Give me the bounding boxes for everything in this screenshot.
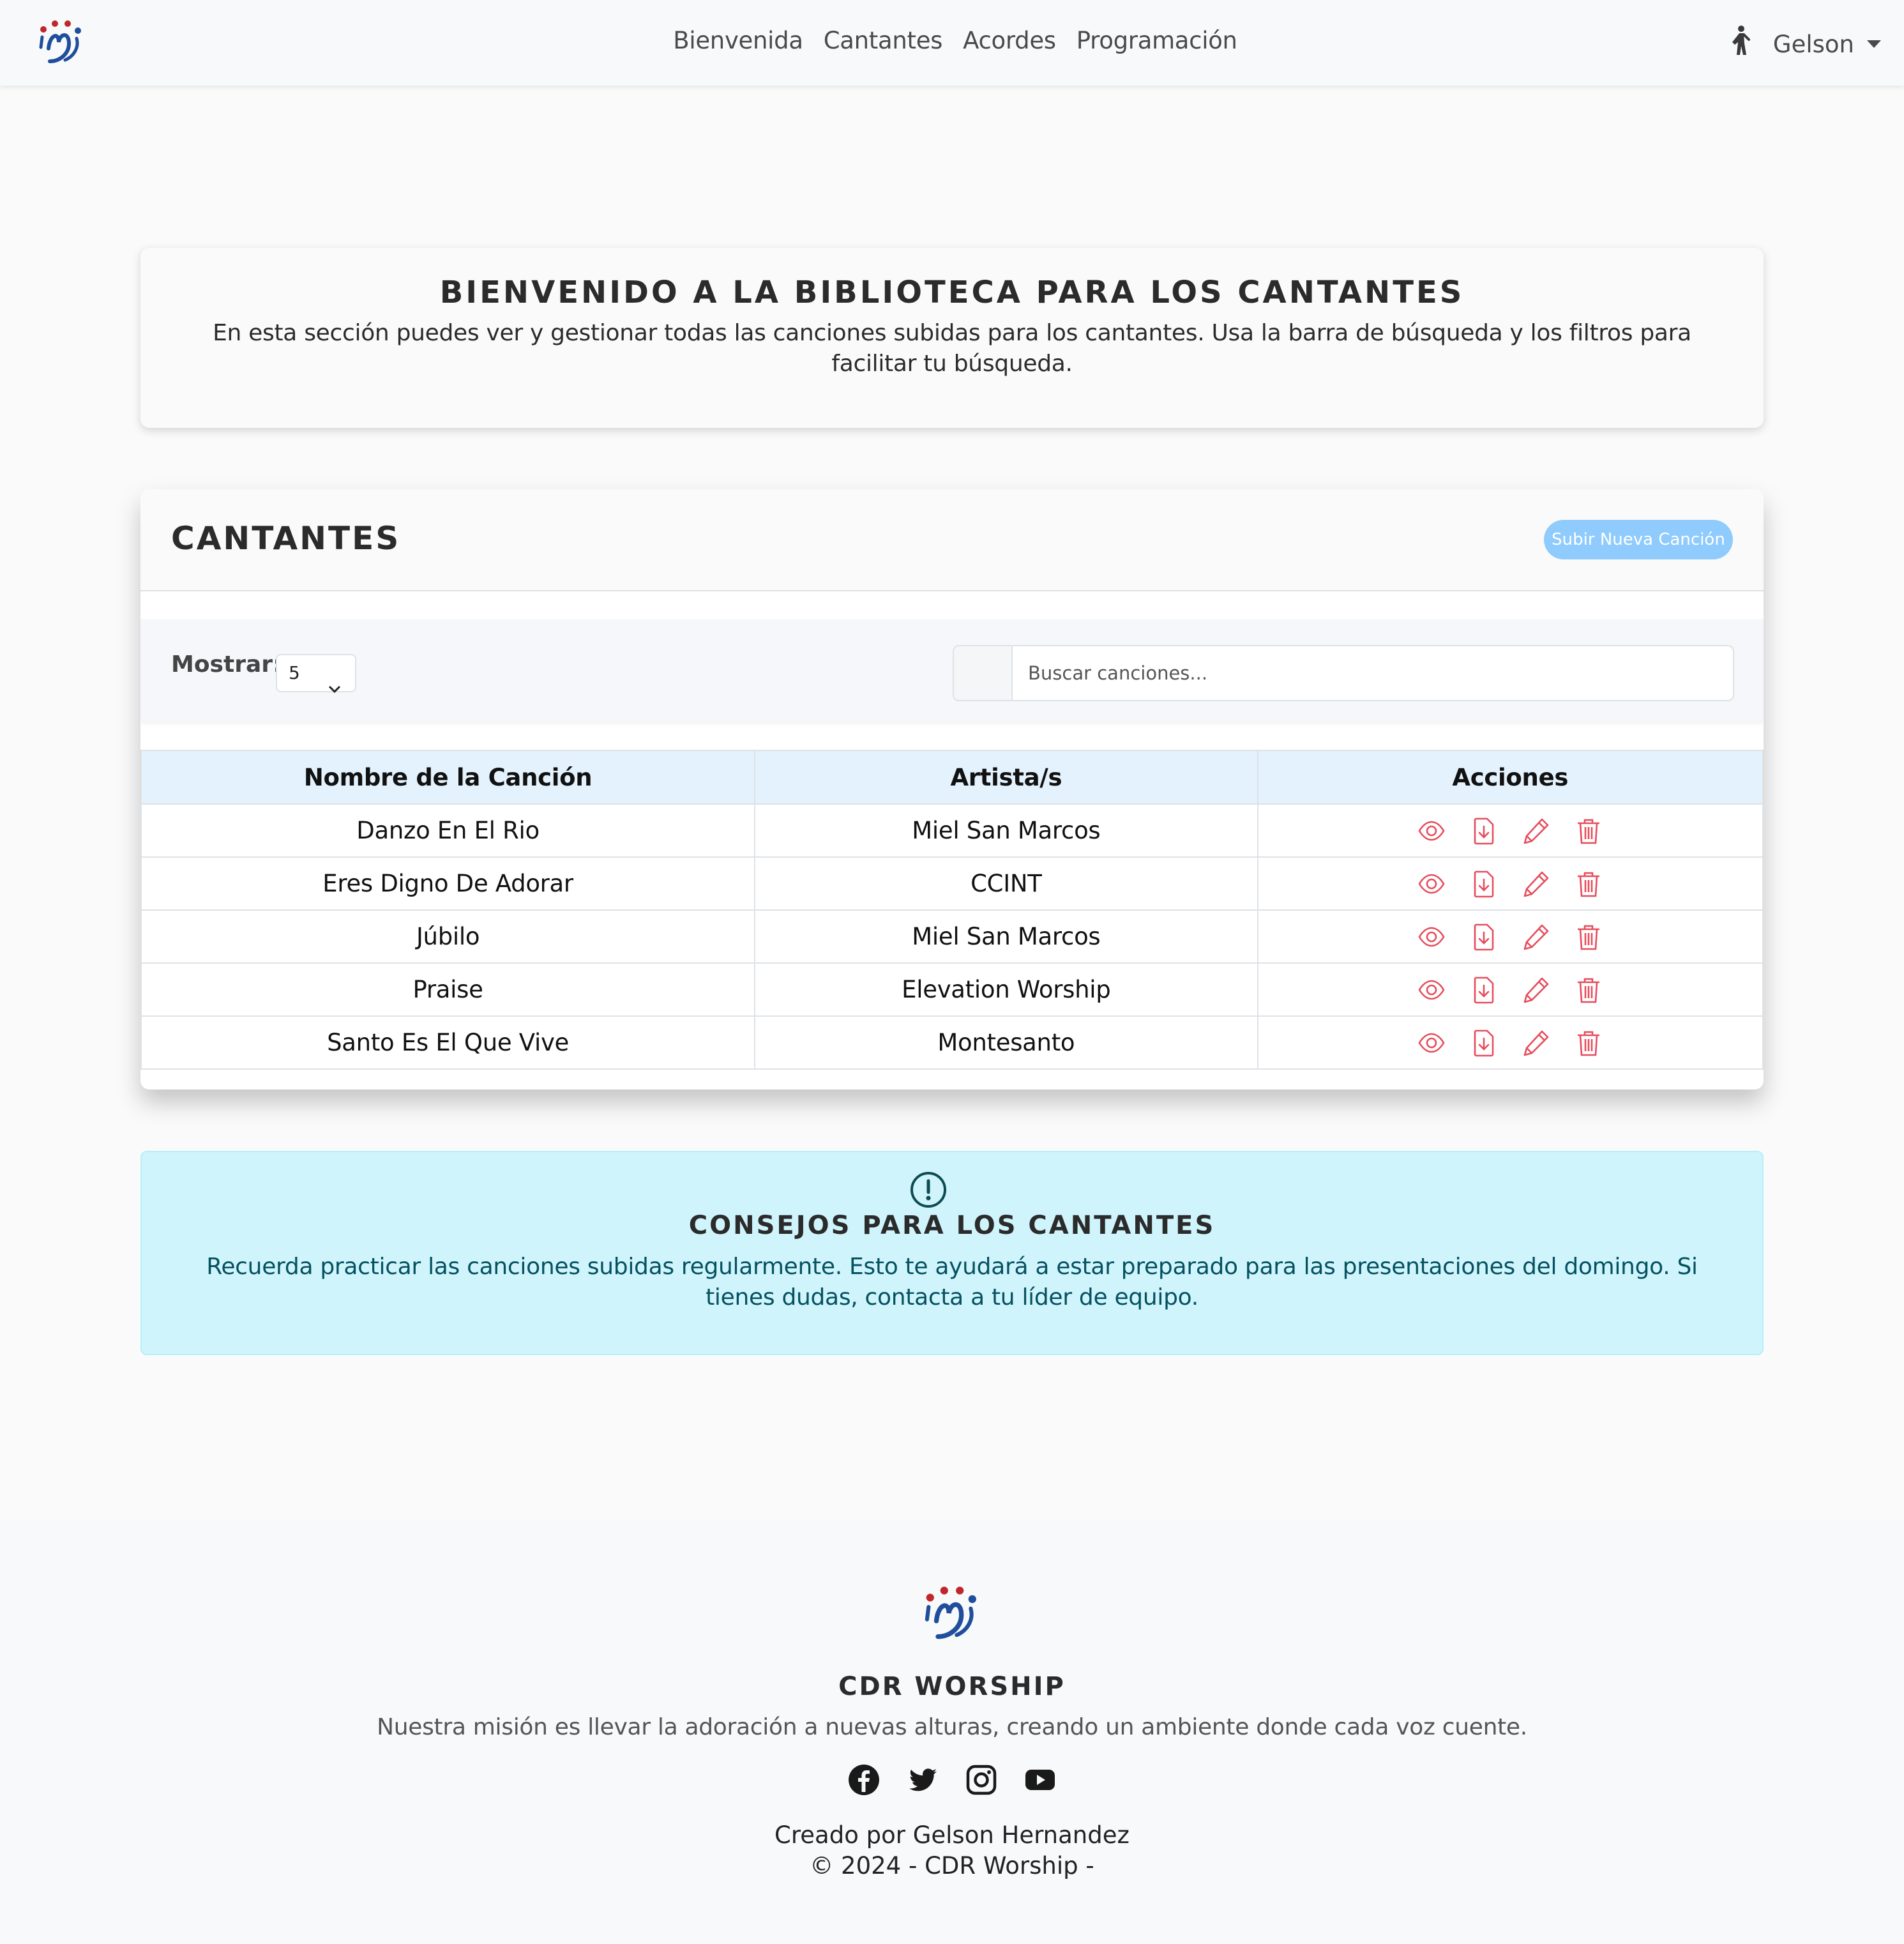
footer-logo bbox=[922, 1585, 982, 1641]
songs-header: CANTANTES Subir Nueva Canción bbox=[140, 489, 1764, 591]
column-header-name: Nombre de la Canción bbox=[140, 750, 756, 805]
song-name-cell: Danzo En El Rio bbox=[140, 803, 756, 858]
action-buttons bbox=[1258, 923, 1762, 951]
instagram-icon[interactable] bbox=[965, 1764, 997, 1796]
eye-icon[interactable] bbox=[1417, 1029, 1446, 1057]
chevron-down-icon bbox=[328, 669, 341, 694]
footer: CDR WORSHIP Nuestra misión es llevar la … bbox=[0, 1519, 1904, 1944]
search-group bbox=[953, 645, 1734, 701]
table-row: Praise Elevation Worship bbox=[140, 962, 1764, 1017]
song-name-cell: Júbilo bbox=[140, 909, 756, 964]
footer-author: Creado por Gelson Hernandez bbox=[774, 1821, 1130, 1849]
table-row: Danzo En El Rio Miel San Marcos bbox=[140, 803, 1764, 858]
song-actions-cell bbox=[1257, 803, 1764, 858]
footer-mission: Nuestra misión es llevar la adoración a … bbox=[377, 1714, 1527, 1740]
nav-link-bienvenida[interactable]: Bienvenida bbox=[663, 23, 813, 59]
songs-title: CANTANTES bbox=[171, 520, 401, 557]
exclamation-circle-icon bbox=[910, 1171, 947, 1208]
pencil-icon[interactable] bbox=[1522, 923, 1550, 951]
action-buttons bbox=[1258, 817, 1762, 845]
trash-icon[interactable] bbox=[1575, 976, 1603, 1004]
trash-icon[interactable] bbox=[1575, 1029, 1603, 1057]
user-menu[interactable]: Gelson bbox=[1728, 23, 1881, 65]
song-artist-cell: Montesanto bbox=[754, 1015, 1258, 1070]
eye-icon[interactable] bbox=[1417, 817, 1446, 845]
file-download-icon[interactable] bbox=[1470, 817, 1498, 845]
song-name-cell: Santo Es El Que Vive bbox=[140, 1015, 756, 1070]
tips-title: CONSEJOS PARA LOS CANTANTES bbox=[688, 1211, 1216, 1240]
song-name-cell: Praise bbox=[140, 962, 756, 1017]
song-actions-cell bbox=[1257, 909, 1764, 964]
page-size-value: 5 bbox=[289, 662, 300, 683]
file-download-icon[interactable] bbox=[1470, 1029, 1498, 1057]
songs-table: Nombre de la Canción Artista/s Acciones … bbox=[140, 750, 1764, 1070]
trash-icon[interactable] bbox=[1575, 870, 1603, 898]
column-header-actions: Acciones bbox=[1257, 750, 1764, 805]
pencil-icon[interactable] bbox=[1522, 817, 1550, 845]
pencil-icon[interactable] bbox=[1522, 870, 1550, 898]
file-download-icon[interactable] bbox=[1470, 976, 1498, 1004]
songs-card: CANTANTES Subir Nueva Canción Mostrar: 5… bbox=[140, 489, 1764, 1090]
song-actions-cell bbox=[1257, 1015, 1764, 1070]
show-label: Mostrar: bbox=[171, 651, 282, 678]
user-name: Gelson bbox=[1772, 30, 1854, 58]
song-actions-cell bbox=[1257, 962, 1764, 1017]
table-body: Danzo En El Rio Miel San Marcos Eres Digno… bbox=[140, 803, 1764, 1070]
song-name-cell: Eres Digno De Adorar bbox=[140, 856, 756, 911]
search-addon bbox=[954, 646, 1013, 700]
caret-down-icon bbox=[1867, 40, 1881, 48]
navbar: Bienvenida Cantantes Acordes Programació… bbox=[0, 0, 1904, 86]
table-row: Eres Digno De Adorar CCINT bbox=[140, 856, 1764, 911]
song-artist-cell: Elevation Worship bbox=[754, 962, 1258, 1017]
action-buttons bbox=[1258, 870, 1762, 898]
social-links bbox=[0, 1764, 1904, 1796]
nav-link-acordes[interactable]: Acordes bbox=[953, 23, 1066, 59]
file-download-icon[interactable] bbox=[1470, 923, 1498, 951]
tips-text: Recuerda practicar las canciones subidas… bbox=[206, 1254, 1698, 1310]
upload-song-button[interactable]: Subir Nueva Canción bbox=[1544, 520, 1733, 559]
eye-icon[interactable] bbox=[1417, 923, 1446, 951]
nav-link-programacion[interactable]: Programación bbox=[1066, 23, 1248, 59]
search-input[interactable] bbox=[1013, 646, 1733, 700]
action-buttons bbox=[1258, 1029, 1762, 1057]
welcome-card: BIENVENIDO A LA BIBLIOTECA PARA LOS CANT… bbox=[140, 248, 1764, 428]
eye-icon[interactable] bbox=[1417, 976, 1446, 1004]
table-row: Júbilo Miel San Marcos bbox=[140, 909, 1764, 964]
welcome-text: En esta sección puedes ver y gestionar t… bbox=[213, 320, 1691, 377]
page-size-select[interactable]: 5 bbox=[276, 654, 356, 694]
nav-link-cantantes[interactable]: Cantantes bbox=[813, 23, 953, 59]
eye-icon[interactable] bbox=[1417, 870, 1446, 898]
facebook-icon[interactable] bbox=[848, 1764, 880, 1796]
footer-credit: Creado por Gelson Hernandez © 2024 - CDR… bbox=[0, 1820, 1904, 1881]
trash-icon[interactable] bbox=[1575, 817, 1603, 845]
trash-icon[interactable] bbox=[1575, 923, 1603, 951]
song-artist-cell: Miel San Marcos bbox=[754, 803, 1258, 858]
person-walking-icon bbox=[1728, 26, 1754, 56]
column-header-artist: Artista/s bbox=[754, 750, 1258, 805]
youtube-icon[interactable] bbox=[1024, 1764, 1056, 1796]
table-row: Santo Es El Que Vive Montesanto bbox=[140, 1015, 1764, 1070]
table-header-row: Nombre de la Canción Artista/s Acciones bbox=[140, 750, 1764, 805]
file-download-icon[interactable] bbox=[1470, 870, 1498, 898]
pencil-icon[interactable] bbox=[1522, 1029, 1550, 1057]
pencil-icon[interactable] bbox=[1522, 976, 1550, 1004]
welcome-title: BIENVENIDO A LA BIBLIOTECA PARA LOS CANT… bbox=[439, 275, 1465, 310]
footer-title: CDR WORSHIP bbox=[838, 1672, 1066, 1701]
song-artist-cell: CCINT bbox=[754, 856, 1258, 911]
song-actions-cell bbox=[1257, 856, 1764, 911]
filter-bar: Mostrar: 5 bbox=[140, 619, 1764, 722]
twitter-icon[interactable] bbox=[907, 1764, 939, 1796]
footer-copyright: © 2024 - CDR Worship - bbox=[810, 1852, 1094, 1879]
nav-links: Bienvenida Cantantes Acordes Programació… bbox=[0, 23, 1904, 59]
tips-alert: CONSEJOS PARA LOS CANTANTES Recuerda pra… bbox=[140, 1151, 1764, 1355]
song-artist-cell: Miel San Marcos bbox=[754, 909, 1258, 964]
action-buttons bbox=[1258, 976, 1762, 1004]
